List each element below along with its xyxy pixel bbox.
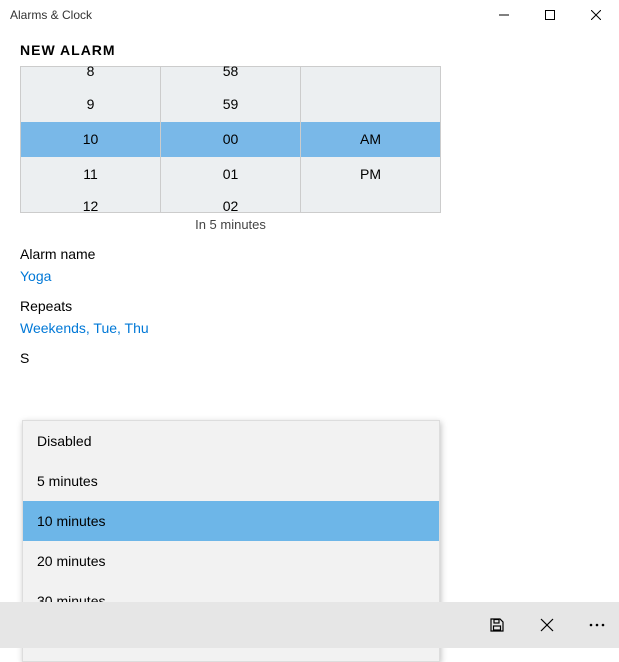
hour-option[interactable]: 11 [21, 157, 160, 192]
titlebar: Alarms & Clock [0, 0, 619, 30]
minute-option-selected[interactable]: 00 [161, 122, 300, 157]
ampm-option[interactable]: PM [301, 157, 440, 192]
hour-option[interactable]: 9 [21, 87, 160, 122]
save-icon [489, 617, 505, 633]
time-caption: In 5 minutes [20, 217, 441, 232]
snooze-option[interactable]: 5 minutes [23, 461, 439, 501]
more-icon [589, 623, 605, 627]
hour-option[interactable]: 12 [21, 192, 160, 212]
minimize-button[interactable] [481, 0, 527, 30]
alarm-name-input[interactable]: Yoga [20, 268, 599, 284]
ampm-option-selected[interactable]: AM [301, 122, 440, 157]
repeats-input[interactable]: Weekends, Tue, Thu [20, 320, 599, 336]
repeats-label: Repeats [20, 298, 599, 314]
command-bar [0, 602, 619, 648]
cancel-button[interactable] [535, 613, 559, 637]
minute-column[interactable]: 58 59 00 01 02 [161, 67, 301, 212]
close-icon [540, 618, 554, 632]
snooze-option[interactable]: 20 minutes [23, 541, 439, 581]
truncated-section-label: S [20, 350, 599, 364]
ampm-option [301, 87, 440, 122]
more-button[interactable] [585, 613, 609, 637]
maximize-button[interactable] [527, 0, 573, 30]
window-controls [481, 0, 619, 30]
ampm-column[interactable]: AM PM [301, 67, 440, 212]
content-area: NEW ALARM 8 9 10 11 12 58 59 00 01 02 AM… [0, 42, 619, 364]
minute-option[interactable]: 59 [161, 87, 300, 122]
minute-option[interactable]: 01 [161, 157, 300, 192]
time-picker[interactable]: 8 9 10 11 12 58 59 00 01 02 AM PM [20, 66, 441, 213]
maximize-icon [545, 10, 555, 20]
ampm-option [301, 192, 440, 212]
hour-column[interactable]: 8 9 10 11 12 [21, 67, 161, 212]
minute-option[interactable]: 58 [161, 67, 300, 87]
page-heading: NEW ALARM [20, 42, 599, 58]
minute-option[interactable]: 02 [161, 192, 300, 212]
close-icon [591, 10, 601, 20]
minimize-icon [499, 10, 509, 20]
snooze-option[interactable]: Disabled [23, 421, 439, 461]
hour-option[interactable]: 8 [21, 67, 160, 87]
ampm-option [301, 67, 440, 87]
hour-option-selected[interactable]: 10 [21, 122, 160, 157]
save-button[interactable] [485, 613, 509, 637]
alarm-name-label: Alarm name [20, 246, 599, 262]
window-title: Alarms & Clock [10, 8, 92, 22]
close-window-button[interactable] [573, 0, 619, 30]
snooze-option[interactable]: 10 minutes [23, 501, 439, 541]
